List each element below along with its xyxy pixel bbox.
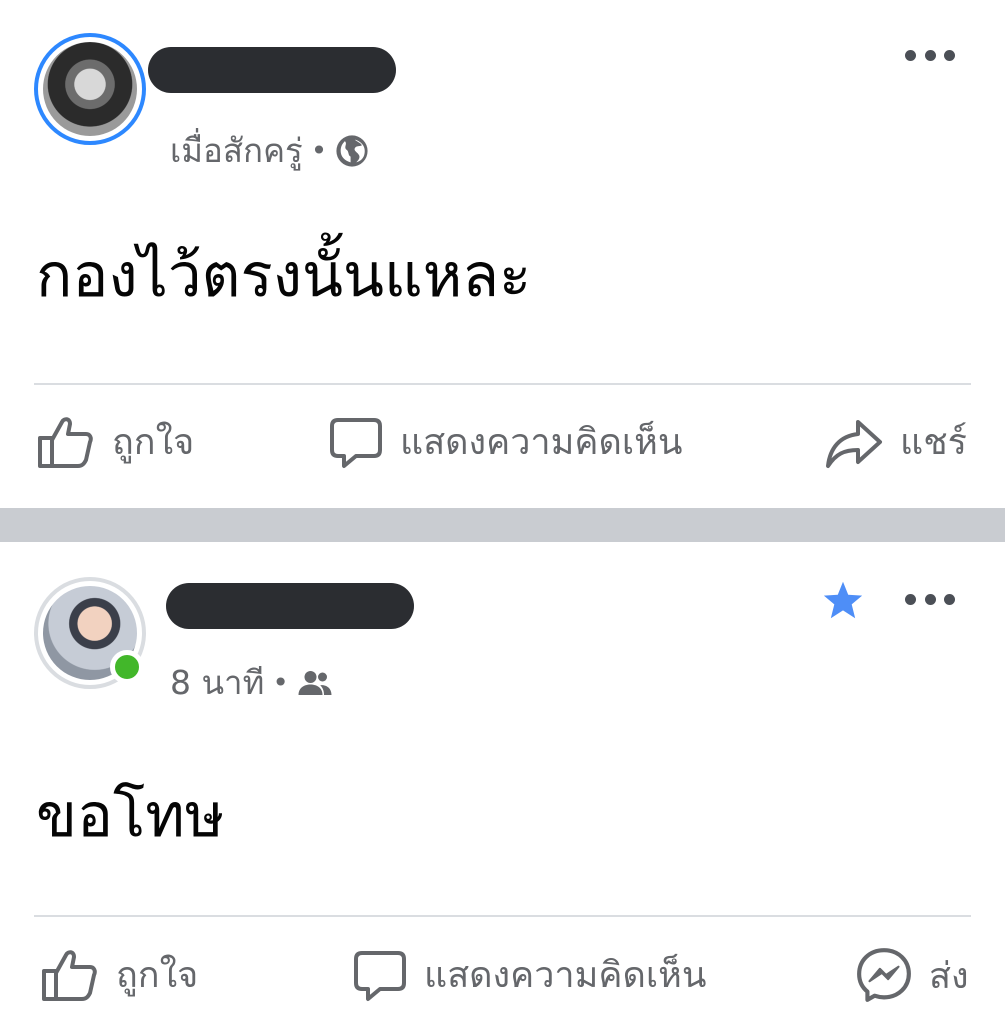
post-timestamp[interactable]: เมื่อสักครู่: [170, 124, 303, 177]
redacted-author-name[interactable]: [166, 583, 414, 629]
friends-icon: [298, 670, 332, 695]
like-label: ถูกใจ: [116, 955, 199, 996]
feed-post: เมื่อสักครู่ • กองไว้ตรงนั้นแหละ ถูกใจ แ…: [0, 0, 1005, 508]
post-text: ขอโทษ: [36, 781, 225, 851]
comment-bubble-icon: [354, 950, 406, 1001]
comment-label: แสดงความคิดเห็น: [424, 955, 707, 996]
profile-avatar[interactable]: [34, 33, 146, 145]
avatar-photo: [43, 42, 137, 136]
like-button[interactable]: ถูกใจ: [36, 413, 194, 470]
online-status-dot: [110, 650, 144, 684]
comment-button[interactable]: แสดงความคิดเห็น: [352, 946, 706, 1003]
more-options-icon[interactable]: [905, 43, 955, 67]
meta-separator-dot: •: [272, 666, 289, 699]
send-label: ส่ง: [929, 955, 969, 997]
post-timestamp[interactable]: 8 นาที: [170, 656, 264, 709]
post-text: กองไว้ตรงนั้นแหละ: [36, 241, 532, 311]
share-arrow-icon: [826, 419, 882, 468]
post-separator: [0, 508, 1005, 542]
like-label: ถูกใจ: [112, 422, 195, 463]
post-meta: เมื่อสักครู่ •: [170, 124, 369, 177]
share-label: แชร์: [900, 422, 967, 463]
like-button[interactable]: ถูกใจ: [40, 946, 198, 1003]
thumbs-up-icon: [38, 416, 93, 468]
action-divider: [34, 383, 971, 385]
feed-post: 8 นาที • ขอโทษ ถูกใจ แสดงความคิดเห็น ส่ง: [0, 542, 1005, 1023]
comment-label: แสดงความคิดเห็น: [400, 422, 683, 463]
share-button[interactable]: แชร์: [824, 413, 967, 470]
star-icon[interactable]: [822, 580, 864, 620]
post-meta: 8 นาที •: [170, 656, 333, 709]
comment-button[interactable]: แสดงความคิดเห็น: [328, 413, 682, 470]
comment-bubble-icon: [330, 417, 382, 468]
action-divider: [34, 915, 971, 917]
messenger-icon: [857, 948, 911, 1002]
redacted-author-name[interactable]: [148, 47, 396, 93]
meta-separator-dot: •: [310, 134, 328, 167]
more-options-icon[interactable]: [905, 587, 955, 611]
globe-icon: [336, 134, 368, 167]
send-button[interactable]: ส่ง: [855, 946, 969, 1004]
thumbs-up-icon: [42, 949, 97, 1001]
